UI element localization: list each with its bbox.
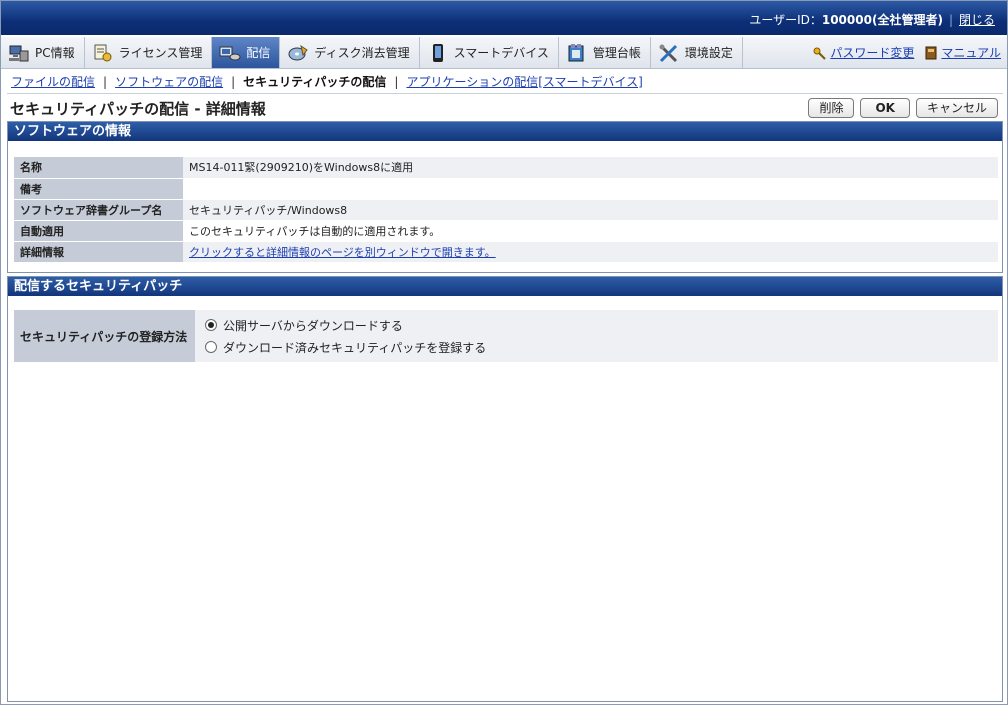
details-link[interactable]: クリックすると詳細情報のページを別ウィンドウで開きます。 (189, 246, 496, 259)
tab-disk-erase[interactable]: ディスク消去管理 (280, 37, 420, 68)
tab-label: 環境設定 (684, 46, 733, 60)
subnav-software[interactable]: ソフトウェアの配信 (115, 75, 223, 89)
subnav-security-current: セキュリティパッチの配信 (243, 75, 387, 89)
divider (7, 93, 1003, 94)
distribution-panel: 配信するセキュリティパッチ セキュリティパッチの登録方法 公開サーバからダウンロ… (7, 276, 1003, 702)
password-change-label: パスワード変更 (830, 46, 915, 60)
row-value (183, 178, 998, 200)
row-key: 自動適用 (14, 220, 183, 242)
option-register-downloaded[interactable]: ダウンロード済みセキュリティパッチを登録する (205, 336, 988, 358)
separator: | (394, 75, 399, 89)
tab-label: 配信 (246, 46, 271, 60)
main-tab-bar: PC情報 ライセンス管理 配信 ディスク消去管理 スマートデバイス 管理台帳 環… (1, 37, 1007, 69)
radio-unselected[interactable] (205, 341, 217, 353)
subnav-application[interactable]: アプリケーションの配信[スマートデバイス] (406, 75, 642, 89)
smart-device-icon (427, 43, 449, 63)
separator: | (231, 75, 236, 89)
panel-heading: 配信するセキュリティパッチ (8, 277, 1002, 296)
row-key: 備考 (14, 178, 183, 200)
distribution-table: セキュリティパッチの登録方法 公開サーバからダウンロードする ダウンロード済みセ… (14, 310, 998, 362)
row-key: 詳細情報 (14, 241, 183, 263)
license-icon (92, 43, 114, 63)
table-row: セキュリティパッチの登録方法 公開サーバからダウンロードする ダウンロード済みセ… (14, 310, 998, 362)
row-key: 名称 (14, 157, 183, 179)
password-change-link[interactable]: パスワード変更 (813, 44, 914, 61)
table-row: 詳細情報 クリックすると詳細情報のページを別ウィンドウで開きます。 (14, 241, 998, 263)
tab-pc-info[interactable]: PC情報 (1, 37, 85, 68)
row-value: MS14-011緊(2909210)をWindows8に適用 (183, 157, 998, 179)
table-row: ソフトウェア辞書グループ名 セキュリティパッチ/Windows8 (14, 199, 998, 221)
action-buttons: 削除 OK キャンセル (808, 98, 998, 118)
top-header-bar: ユーザーID：100000(全社管理者) | 閉じる (1, 1, 1007, 35)
registration-method-options: 公開サーバからダウンロードする ダウンロード済みセキュリティパッチを登録する (195, 310, 998, 362)
ok-button[interactable]: OK (860, 98, 910, 118)
user-info: ユーザーID：100000(全社管理者) | 閉じる (749, 11, 995, 28)
tab-label: PC情報 (35, 46, 75, 60)
close-link[interactable]: 閉じる (959, 13, 995, 27)
page-title: セキュリティパッチの配信 - 詳細情報 (10, 100, 266, 118)
separator: | (103, 75, 108, 89)
delete-button[interactable]: 削除 (808, 98, 855, 118)
option-download-public[interactable]: 公開サーバからダウンロードする (205, 314, 988, 336)
tab-label: ライセンス管理 (118, 46, 203, 60)
user-id-label: ユーザーID： (749, 13, 822, 27)
table-row: 名称 MS14-011緊(2909210)をWindows8に適用 (14, 157, 998, 179)
tab-license[interactable]: ライセンス管理 (85, 37, 213, 68)
tab-settings[interactable]: 環境設定 (651, 37, 743, 68)
disk-erase-icon (287, 43, 309, 63)
row-value: セキュリティパッチ/Windows8 (183, 199, 998, 221)
key-icon (813, 46, 827, 60)
registration-method-label: セキュリティパッチの登録方法 (14, 310, 195, 362)
distribution-icon (219, 43, 241, 63)
radio-selected[interactable] (205, 319, 217, 331)
pc-icon (8, 43, 30, 63)
manual-label: マニュアル (941, 46, 1001, 60)
cancel-button[interactable]: キャンセル (915, 98, 998, 118)
row-value: クリックすると詳細情報のページを別ウィンドウで開きます。 (183, 241, 998, 263)
tab-smart-device[interactable]: スマートデバイス (420, 37, 559, 68)
software-info-table: 名称 MS14-011緊(2909210)をWindows8に適用 備考 ソフト… (14, 157, 998, 263)
tab-label: 管理台帳 (592, 46, 641, 60)
row-key: ソフトウェア辞書グループ名 (14, 199, 183, 221)
subnav-file[interactable]: ファイルの配信 (11, 75, 95, 89)
tab-links: パスワード変更 マニュアル (813, 37, 1007, 68)
tab-label: スマートデバイス (453, 46, 549, 60)
ledger-icon (566, 43, 588, 63)
option-label: 公開サーバからダウンロードする (223, 318, 403, 333)
option-label: ダウンロード済みセキュリティパッチを登録する (223, 340, 487, 355)
tab-ledger[interactable]: 管理台帳 (559, 37, 651, 68)
software-info-panel: ソフトウェアの情報 名称 MS14-011緊(2909210)をWindows8… (7, 121, 1003, 273)
settings-icon (658, 43, 680, 63)
row-value: このセキュリティパッチは自動的に適用されます。 (183, 220, 998, 242)
user-id-value: 100000(全社管理者) (821, 13, 943, 27)
sub-navigation: ファイルの配信 | ソフトウェアの配信 | セキュリティパッチの配信 | アプリケーションの… (11, 73, 643, 90)
panel-heading: ソフトウェアの情報 (8, 122, 1002, 141)
tab-distribution[interactable]: 配信 (212, 37, 281, 68)
book-icon (924, 46, 938, 60)
table-row: 自動適用 このセキュリティパッチは自動的に適用されます。 (14, 220, 998, 242)
manual-link[interactable]: マニュアル (924, 44, 1001, 61)
separator: | (948, 13, 953, 27)
tab-label: ディスク消去管理 (314, 46, 410, 60)
table-row: 備考 (14, 178, 998, 200)
